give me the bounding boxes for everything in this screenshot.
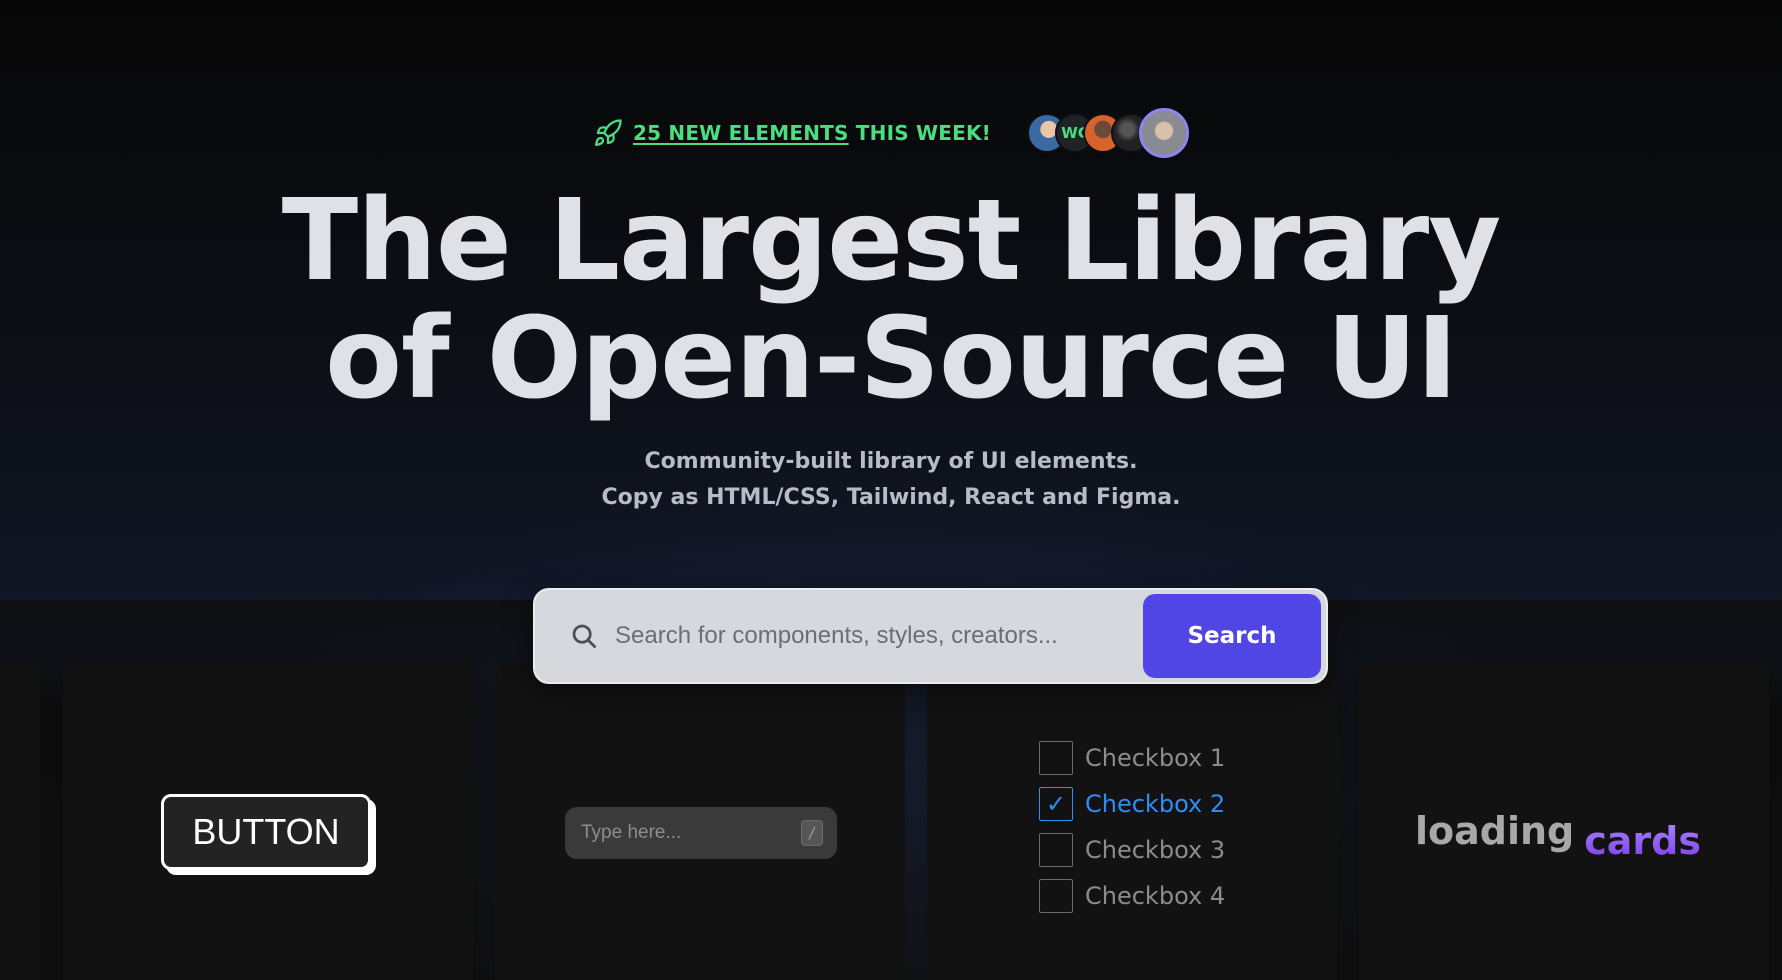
checkbox-label: Checkbox 1 [1085, 744, 1226, 772]
announcement-text: 25 NEW ELEMENTS THIS WEEK! [633, 121, 991, 145]
loading-animation: loading cards [1415, 809, 1701, 863]
search-input[interactable] [613, 621, 1143, 651]
rocket-icon [594, 119, 622, 146]
preview-card[interactable] [0, 661, 40, 980]
checkbox[interactable] [1039, 741, 1073, 775]
new-elements-link[interactable]: 25 NEW ELEMENTS [633, 121, 849, 145]
demo-input-field[interactable]: / [565, 807, 837, 859]
preview-card-checkboxes[interactable]: Checkbox 1 ✓ Checkbox 2 Checkbox 3 Check… [927, 661, 1337, 980]
page-title-line-1: The Largest Library [281, 176, 1502, 306]
announcement-bar: 25 NEW ELEMENTS THIS WEEK! WC [0, 108, 1782, 158]
subtitle-line-1: Community-built library of UI elements. [644, 449, 1138, 474]
contributor-avatars: WC [1027, 108, 1189, 158]
page-title-line-2: of Open-Source UI [325, 294, 1458, 424]
checkbox-list: Checkbox 1 ✓ Checkbox 2 Checkbox 3 Check… [1039, 741, 1225, 913]
demo-button[interactable]: BUTTON [161, 794, 371, 870]
search-button[interactable]: Search [1143, 594, 1321, 678]
subtitle-line-2: Copy as HTML/CSS, Tailwind, React and Fi… [601, 485, 1181, 510]
checkbox-item-4[interactable]: Checkbox 4 [1039, 879, 1225, 913]
announcement-suffix: THIS WEEK! [855, 121, 991, 145]
checkbox[interactable] [1039, 879, 1073, 913]
checkbox-item-3[interactable]: Checkbox 3 [1039, 833, 1225, 867]
preview-card-loader[interactable]: loading cards [1359, 661, 1769, 980]
demo-input[interactable] [579, 821, 783, 845]
loading-word: cards [1584, 819, 1701, 863]
page: 25 NEW ELEMENTS THIS WEEK! WC The Larges… [0, 0, 1782, 980]
checkbox-label: Checkbox 2 [1085, 790, 1226, 818]
shortcut-key-icon: / [801, 820, 823, 846]
checkbox-label: Checkbox 4 [1085, 882, 1226, 910]
checkbox-label: Checkbox 3 [1085, 836, 1226, 864]
check-mark-icon: ✓ [1045, 790, 1067, 818]
page-title: The Largest Library of Open-Source UI [0, 182, 1782, 418]
checkbox[interactable] [1039, 833, 1073, 867]
checkbox-item-2[interactable]: ✓ Checkbox 2 [1039, 787, 1225, 821]
preview-card-button[interactable]: BUTTON [63, 661, 473, 980]
page-subtitle: Community-built library of UI elements. … [0, 444, 1782, 516]
avatar-highlighted[interactable] [1139, 108, 1189, 158]
search-icon [572, 624, 596, 648]
checkbox-checked[interactable]: ✓ [1039, 787, 1073, 821]
search-bar: Search [533, 588, 1328, 684]
preview-card-input[interactable]: / [495, 661, 905, 980]
loading-label: loading [1415, 809, 1575, 853]
checkbox-item-1[interactable]: Checkbox 1 [1039, 741, 1225, 775]
